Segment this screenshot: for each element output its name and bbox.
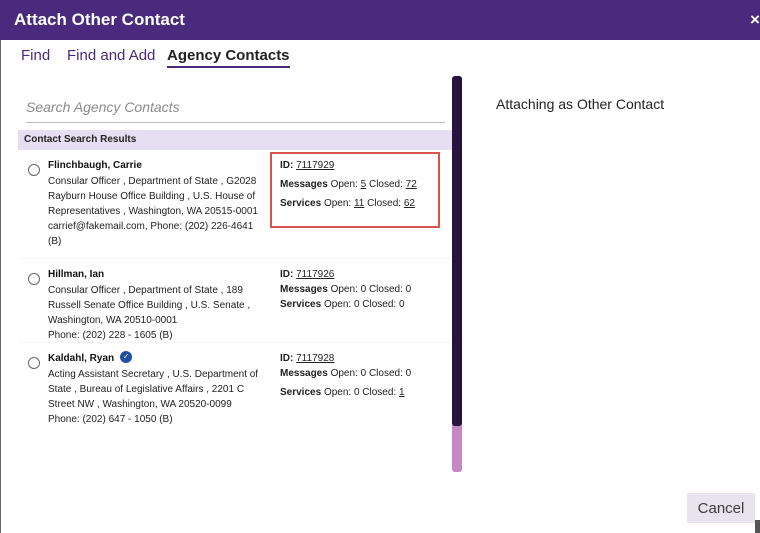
close-icon[interactable]: × <box>750 10 760 30</box>
cancel-button[interactable]: Cancel <box>687 493 755 523</box>
id-label: ID: <box>280 353 294 364</box>
contact-detail-line: (B) <box>48 236 62 247</box>
contact-radio[interactable] <box>28 357 40 369</box>
contact-radio[interactable] <box>28 164 40 176</box>
results-header: Contact Search Results <box>18 130 452 150</box>
results-scrollbar-thumb[interactable] <box>452 76 462 426</box>
contact-detail-line: Consular Officer , Department of State ,… <box>48 176 257 187</box>
attaching-as-label: Attaching as Other Contact <box>496 96 665 112</box>
contact-name: Flinchbaugh, Carrie <box>48 160 142 171</box>
contact-detail-line: Rayburn House Office Building , U.S. Hou… <box>48 191 256 202</box>
contact-name: Hillman, Ian <box>48 269 105 280</box>
services-closed-link[interactable]: 1 <box>399 387 405 398</box>
contact-row-hillman: Hillman, Ian Consular Officer , Departme… <box>18 259 452 342</box>
services-counts: Open: 0 Closed: 0 <box>323 299 405 310</box>
dialog-title: Attach Other Contact <box>14 10 185 29</box>
contact-detail-line: Washington, WA 20510-0001 <box>48 315 178 326</box>
contact-row-kaldahl: Kaldahl, Ryan ✓ Acting Assistant Secreta… <box>18 343 452 435</box>
services-label: Services <box>280 299 322 310</box>
contact-detail-line: Phone: (202) 228 - 1605 (B) <box>48 330 173 341</box>
messages-label: Messages <box>280 284 328 295</box>
tab-agency-contacts[interactable]: Agency Contacts <box>167 47 290 68</box>
messages-counts: Open: 0 Closed: 0 <box>330 284 412 295</box>
contact-meta: ID: 7117926 Messages Open: 0 Closed: 0 S… <box>280 267 411 312</box>
highlight-annotation-box <box>270 152 440 228</box>
search-field <box>26 96 445 123</box>
services-label: Services <box>280 387 322 398</box>
search-input[interactable] <box>26 96 445 118</box>
contact-detail-line: Phone: (202) 647 - 1050 (B) <box>48 414 173 425</box>
contact-detail-line: Street NW , Washington, WA 20520-0099 <box>48 399 232 410</box>
contact-details: Consular Officer , Department of State ,… <box>48 174 286 249</box>
dialog-title-bar: Attach Other Contact × <box>0 0 760 40</box>
contact-details: Acting Assistant Secretary , U.S. Depart… <box>48 367 286 427</box>
contact-radio[interactable] <box>28 273 40 285</box>
tab-find[interactable]: Find <box>21 47 50 64</box>
tab-find-and-add[interactable]: Find and Add <box>67 47 155 64</box>
contact-details: Consular Officer , Department of State ,… <box>48 283 286 343</box>
id-label: ID: <box>280 269 294 280</box>
services-counts: Open: 0 Closed: <box>323 387 397 398</box>
contact-id-link[interactable]: 7117928 <box>296 353 334 364</box>
contact-detail-line: Russell Senate Office Building , U.S. Se… <box>48 300 251 311</box>
contact-detail-line: Representatives , Washington, WA 20515-0… <box>48 206 258 217</box>
contact-detail-line: Acting Assistant Secretary , U.S. Depart… <box>48 369 259 380</box>
dialog-border <box>0 40 1 533</box>
contact-detail-line: carrief@fakemail.com, Phone: (202) 226-4… <box>48 221 254 232</box>
resize-handle[interactable] <box>755 520 760 533</box>
contact-name: Kaldahl, Ryan <box>48 353 115 364</box>
contact-detail-line: State , Bureau of Legislative Affairs , … <box>48 384 245 395</box>
contact-meta: ID: 7117928 Messages Open: 0 Closed: 0 S… <box>280 351 411 400</box>
contact-id-link[interactable]: 7117926 <box>296 269 334 280</box>
verified-badge-icon: ✓ <box>120 351 132 363</box>
messages-counts: Open: 0 Closed: 0 <box>330 368 412 379</box>
messages-label: Messages <box>280 368 328 379</box>
contact-detail-line: Consular Officer , Department of State ,… <box>48 285 243 296</box>
